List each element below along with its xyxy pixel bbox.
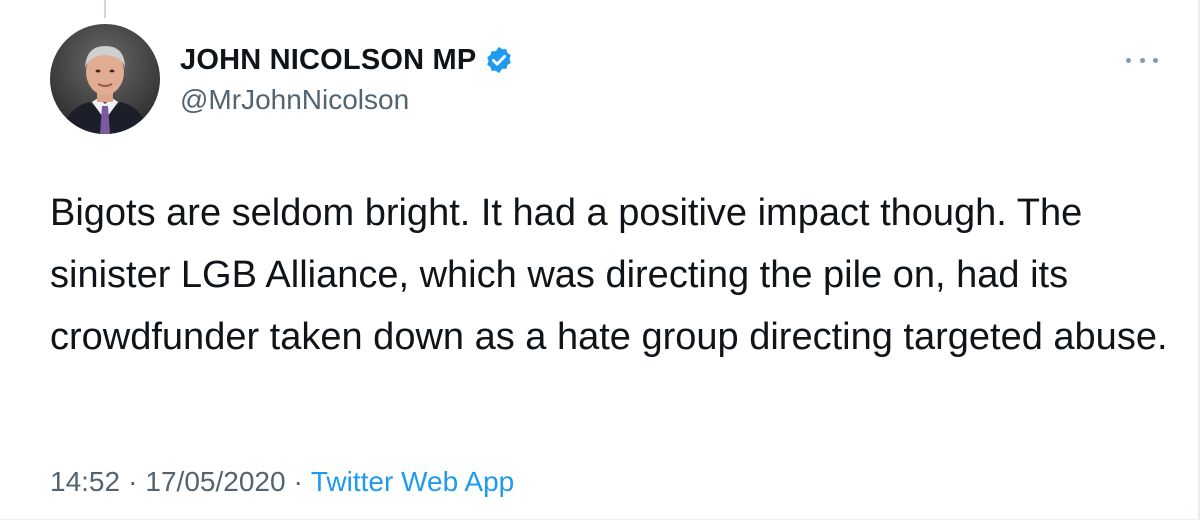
tweet-metadata: 14:52 · 17/05/2020 · Twitter Web App: [50, 466, 514, 498]
profile-photo-icon: [50, 24, 160, 134]
more-options-icon: [1153, 57, 1158, 63]
verified-badge-icon: [484, 45, 514, 75]
thread-connector-line: [104, 0, 106, 18]
tweet-text: Bigots are seldom bright. It had a posit…: [50, 192, 1168, 358]
tweet-source-link[interactable]: Twitter Web App: [311, 466, 514, 498]
more-options-icon: [1126, 57, 1131, 63]
tweet-time[interactable]: 14:52: [50, 466, 120, 498]
author-display-name[interactable]: JOHN NICOLSON MP: [180, 44, 476, 77]
author-handle[interactable]: @MrJohnNicolson: [180, 84, 514, 116]
tweet-card: JOHN NICOLSON MP @MrJohnNicolson Bigots …: [0, 0, 1200, 520]
avatar[interactable]: [50, 24, 160, 134]
tweet-header: JOHN NICOLSON MP @MrJohnNicolson: [180, 40, 514, 116]
name-row: JOHN NICOLSON MP: [180, 40, 514, 80]
meta-separator: ·: [293, 466, 303, 497]
meta-separator: ·: [128, 466, 138, 497]
more-options-button[interactable]: [1126, 48, 1158, 72]
tweet-date[interactable]: 17/05/2020: [145, 466, 285, 498]
more-options-icon: [1139, 57, 1145, 63]
